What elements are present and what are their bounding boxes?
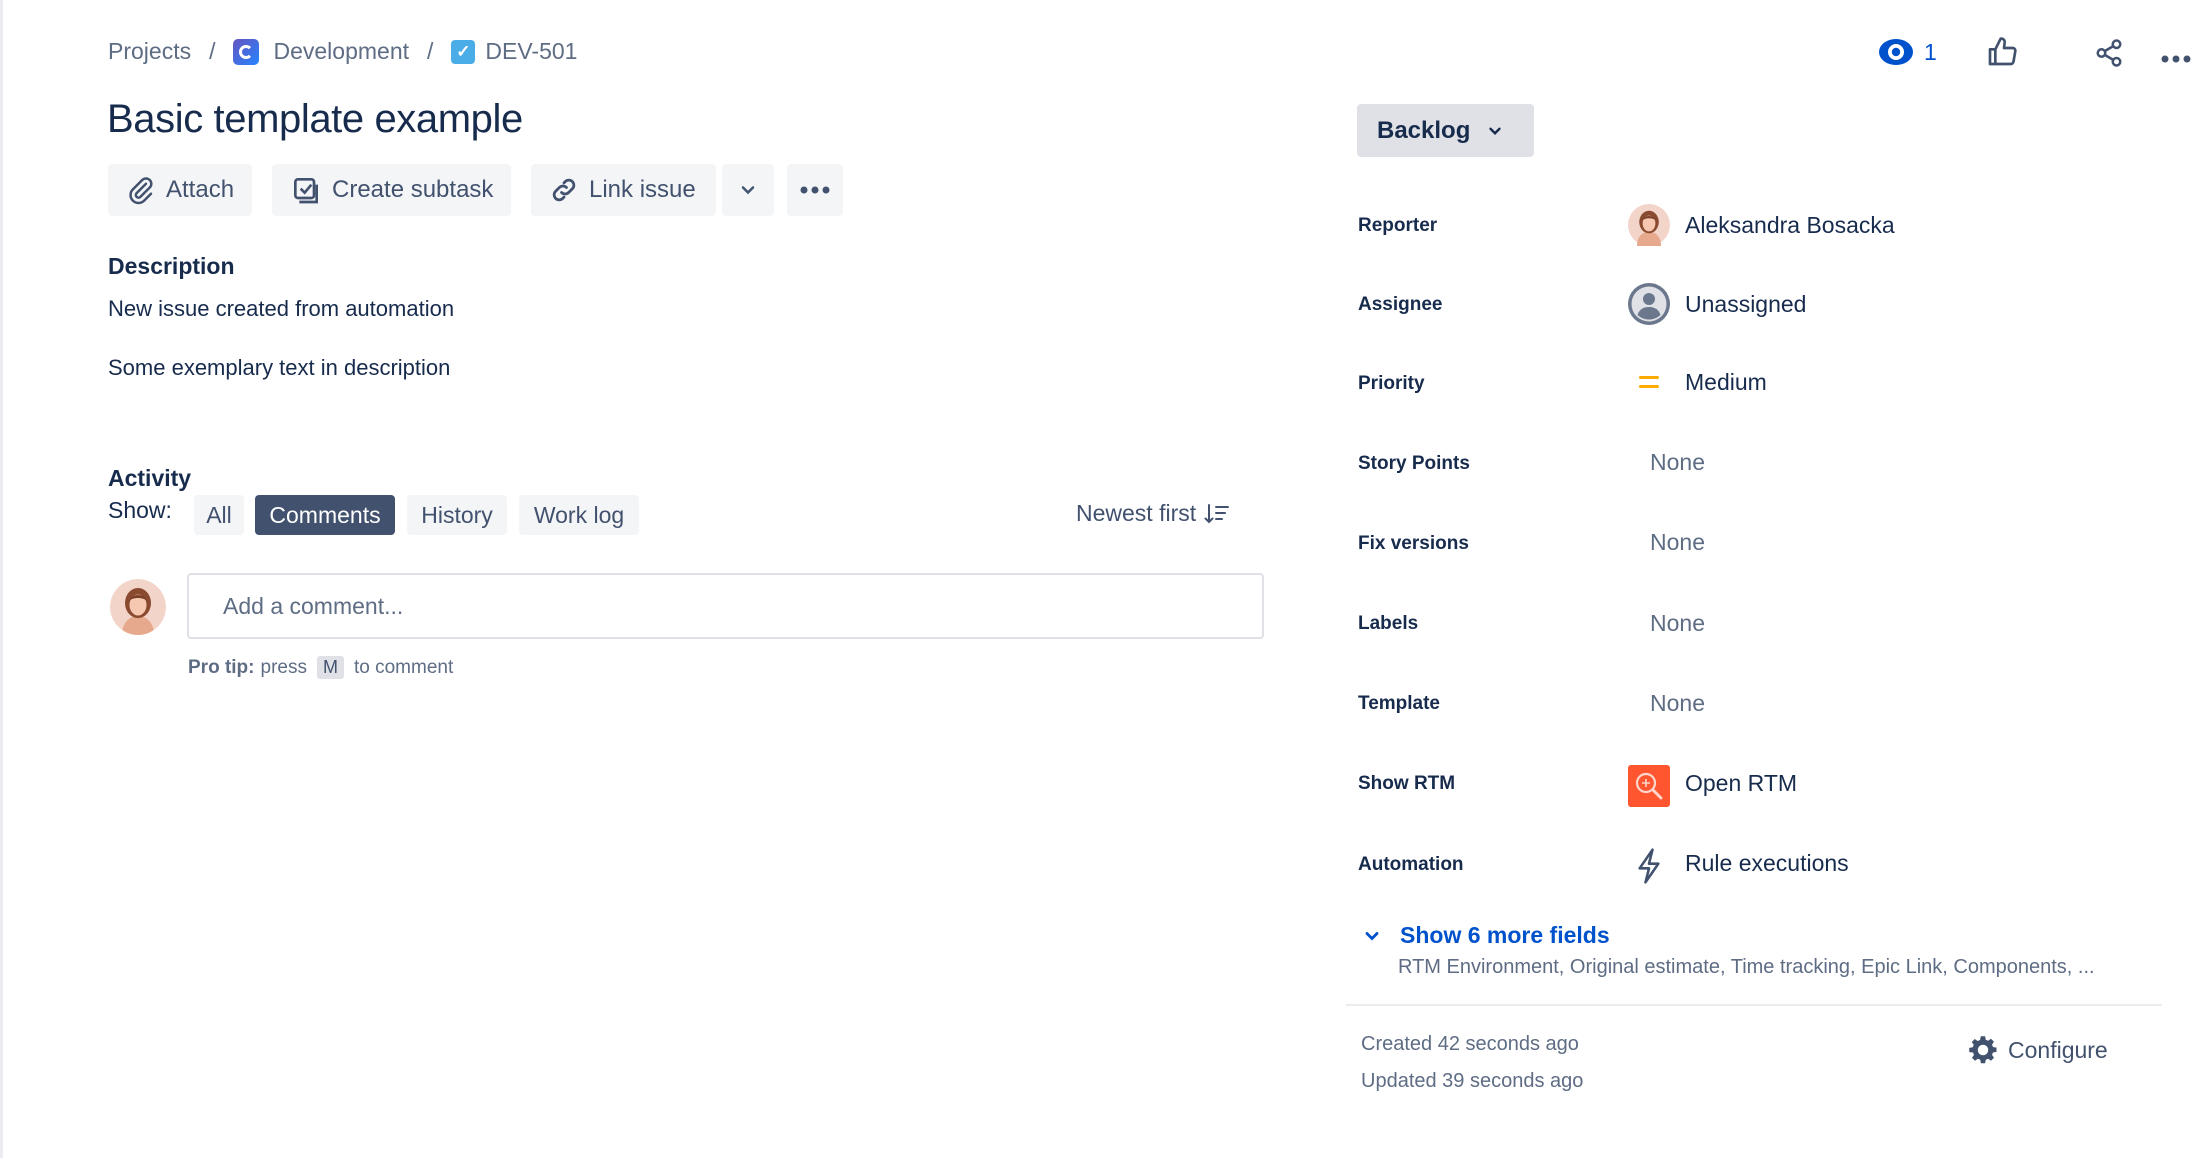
pro-tip-label: Pro tip:	[188, 656, 255, 678]
labels-value[interactable]: None	[1650, 610, 1705, 637]
description-heading: Description	[108, 253, 235, 279]
link-icon	[552, 178, 576, 202]
assignee-label: Assignee	[1358, 294, 1443, 315]
story-points-label: Story Points	[1358, 453, 1470, 474]
pro-tip-pre: press	[260, 656, 307, 678]
configure-button[interactable]: Configure	[1968, 1035, 2108, 1065]
status-label: Backlog	[1377, 116, 1471, 144]
activity-show-label: Show:	[108, 497, 172, 523]
share-button[interactable]	[2094, 38, 2124, 73]
show-rtm-label: Show RTM	[1358, 773, 1456, 794]
breadcrumb: Projects / Development / ✓ DEV-501	[108, 38, 577, 65]
current-user-avatar	[110, 579, 166, 635]
fix-versions-label: Fix versions	[1358, 533, 1469, 554]
sort-order-button[interactable]: Newest first	[1076, 500, 1230, 527]
sort-icon	[1204, 503, 1230, 523]
updated-timestamp: Updated 39 seconds ago	[1361, 1070, 1584, 1092]
more-options-button[interactable]	[2160, 51, 2192, 69]
tab-comments[interactable]: Comments	[255, 495, 395, 535]
status-dropdown[interactable]: Backlog	[1357, 104, 1534, 157]
more-actions-button[interactable]	[787, 164, 843, 216]
tab-all[interactable]: All	[194, 495, 244, 535]
panel-divider	[1346, 1004, 2162, 1006]
priority-medium-icon	[1628, 361, 1670, 403]
subtask-icon	[294, 178, 318, 204]
breadcrumb-projects[interactable]: Projects	[108, 38, 191, 65]
show-more-fields-toggle[interactable]: Show 6 more fields	[1362, 922, 1610, 949]
story-points-value[interactable]: None	[1650, 449, 1705, 476]
tab-work-log[interactable]: Work log	[519, 495, 639, 535]
left-edge-divider	[0, 0, 3, 1158]
gear-icon	[1969, 1036, 1997, 1064]
tab-history[interactable]: History	[407, 495, 507, 535]
reporter-label: Reporter	[1358, 215, 1438, 236]
pro-tip: Pro tip: press M to comment	[188, 656, 453, 679]
priority-label: Priority	[1358, 373, 1425, 394]
chevron-down-icon	[741, 186, 755, 195]
link-issue-label: Link issue	[589, 176, 696, 203]
automation-value[interactable]: Rule executions	[1685, 850, 1849, 877]
reporter-avatar	[1628, 204, 1670, 246]
create-subtask-label: Create subtask	[332, 176, 494, 203]
reporter-value[interactable]: Aleksandra Bosacka	[1685, 212, 1895, 239]
paperclip-icon	[129, 177, 153, 205]
task-type-icon: ✓	[451, 39, 476, 64]
show-more-fields-label: Show 6 more fields	[1400, 922, 1610, 948]
activity-heading: Activity	[108, 465, 192, 491]
more-icon	[2161, 55, 2191, 63]
template-value[interactable]: None	[1650, 690, 1705, 717]
chevron-down-icon	[1365, 931, 1379, 941]
priority-value[interactable]: Medium	[1685, 369, 1767, 396]
breadcrumb-issue-key[interactable]: DEV-501	[485, 38, 577, 65]
description-line-1[interactable]: New issue created from automation	[108, 296, 454, 322]
configure-label: Configure	[2008, 1036, 2108, 1063]
link-issue-button[interactable]: Link issue	[531, 164, 716, 216]
unassigned-avatar-icon	[1628, 283, 1670, 325]
eye-icon	[1879, 39, 1913, 65]
fix-versions-value[interactable]: None	[1650, 529, 1705, 556]
sort-order-label: Newest first	[1076, 500, 1197, 526]
more-icon	[800, 186, 830, 194]
attach-button[interactable]: Attach	[108, 164, 253, 216]
pro-tip-post: to comment	[353, 656, 454, 678]
automation-label: Automation	[1358, 854, 1464, 875]
project-icon	[233, 38, 260, 65]
chevron-down-icon	[1489, 127, 1502, 135]
breadcrumb-separator: /	[209, 38, 216, 64]
create-subtask-button[interactable]: Create subtask	[272, 164, 512, 216]
attach-label: Attach	[166, 176, 235, 203]
hidden-fields-list: RTM Environment, Original estimate, Time…	[1398, 956, 2095, 978]
assignee-value[interactable]: Unassigned	[1685, 291, 1806, 318]
watch-count: 1	[1924, 38, 1937, 65]
watch-button[interactable]: 1	[1878, 38, 1937, 66]
comment-input[interactable]: Add a comment...	[187, 573, 1264, 639]
breadcrumb-project[interactable]: Development	[273, 38, 409, 65]
lightning-icon	[1628, 845, 1670, 887]
template-label: Template	[1358, 693, 1441, 714]
description-line-2[interactable]: Some exemplary text in description	[108, 355, 450, 381]
show-rtm-value[interactable]: Open RTM	[1685, 770, 1797, 797]
link-issue-dropdown-button[interactable]	[722, 164, 774, 216]
created-timestamp: Created 42 seconds ago	[1361, 1033, 1579, 1055]
share-icon	[2096, 39, 2122, 67]
pro-tip-key: M	[316, 656, 344, 679]
issue-title[interactable]: Basic template example	[107, 97, 523, 142]
rtm-app-icon	[1628, 765, 1670, 807]
thumbs-up-icon	[1988, 37, 2017, 66]
labels-label: Labels	[1358, 613, 1419, 634]
vote-button[interactable]	[1986, 36, 2018, 73]
breadcrumb-separator: /	[427, 38, 434, 64]
